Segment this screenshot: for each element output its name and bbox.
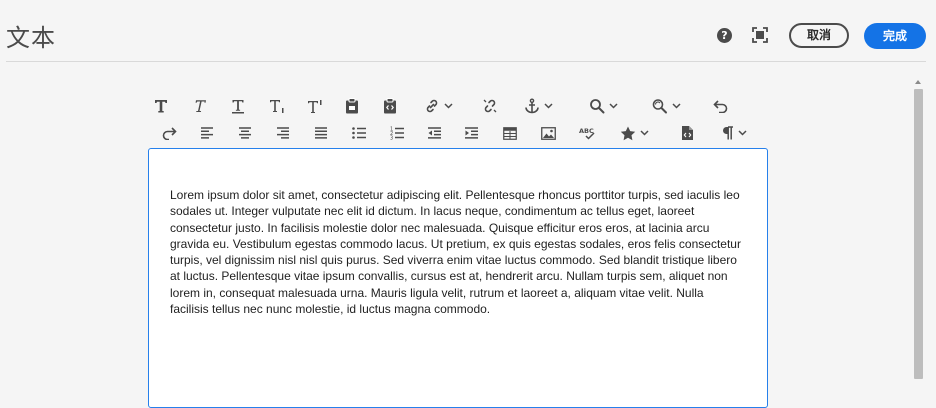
rich-text-editor[interactable]: Lorem ipsum dolor sit amet, consectetur …	[148, 148, 768, 408]
scroll-up-arrow-icon[interactable]	[915, 80, 921, 84]
find-replace-icon[interactable]	[648, 95, 684, 117]
paragraph-format-icon[interactable]	[716, 122, 752, 144]
italic-icon[interactable]	[192, 95, 208, 117]
cancel-button[interactable]: 取消	[789, 23, 849, 48]
source-edit-icon[interactable]	[679, 122, 695, 144]
image-icon[interactable]	[540, 122, 556, 144]
svg-text:ABC: ABC	[579, 127, 594, 135]
page-title: 文本	[6, 24, 56, 52]
subscript-icon[interactable]	[268, 95, 286, 117]
align-center-icon[interactable]	[237, 122, 253, 144]
indent-icon[interactable]	[463, 122, 479, 144]
superscript-icon[interactable]	[306, 95, 324, 117]
align-right-icon[interactable]	[275, 122, 291, 144]
scrollbar[interactable]	[912, 76, 925, 402]
header-divider	[6, 61, 926, 62]
scrollbar-thumb[interactable]	[914, 89, 923, 379]
redo-icon[interactable]	[161, 122, 177, 144]
spellcheck-icon[interactable]: ABC	[578, 122, 596, 144]
find-icon[interactable]	[585, 95, 621, 117]
numbered-list-icon[interactable]: 123	[389, 122, 405, 144]
unlink-icon[interactable]	[482, 95, 498, 117]
anchor-icon[interactable]	[520, 95, 556, 117]
fullscreen-icon[interactable]	[752, 27, 768, 43]
outdent-icon[interactable]	[426, 122, 442, 144]
chevron-down-icon	[443, 103, 453, 109]
underline-icon[interactable]	[230, 95, 246, 117]
paste-code-icon[interactable]	[382, 95, 398, 117]
bullet-list-icon[interactable]	[351, 122, 367, 144]
header: 文本 ? 取消 完成	[0, 0, 936, 62]
link-icon[interactable]	[420, 95, 456, 117]
table-icon[interactable]	[502, 122, 518, 144]
paste-icon[interactable]	[344, 95, 360, 117]
special-char-icon[interactable]	[616, 122, 652, 144]
justify-icon[interactable]	[313, 122, 329, 144]
svg-text:3: 3	[390, 136, 393, 141]
bold-icon[interactable]	[153, 95, 169, 117]
done-button[interactable]: 完成	[864, 23, 926, 49]
help-icon[interactable]: ?	[717, 28, 732, 43]
align-left-icon[interactable]	[199, 122, 215, 144]
undo-icon[interactable]	[712, 95, 728, 117]
editor-content[interactable]: Lorem ipsum dolor sit amet, consectetur …	[170, 187, 745, 317]
